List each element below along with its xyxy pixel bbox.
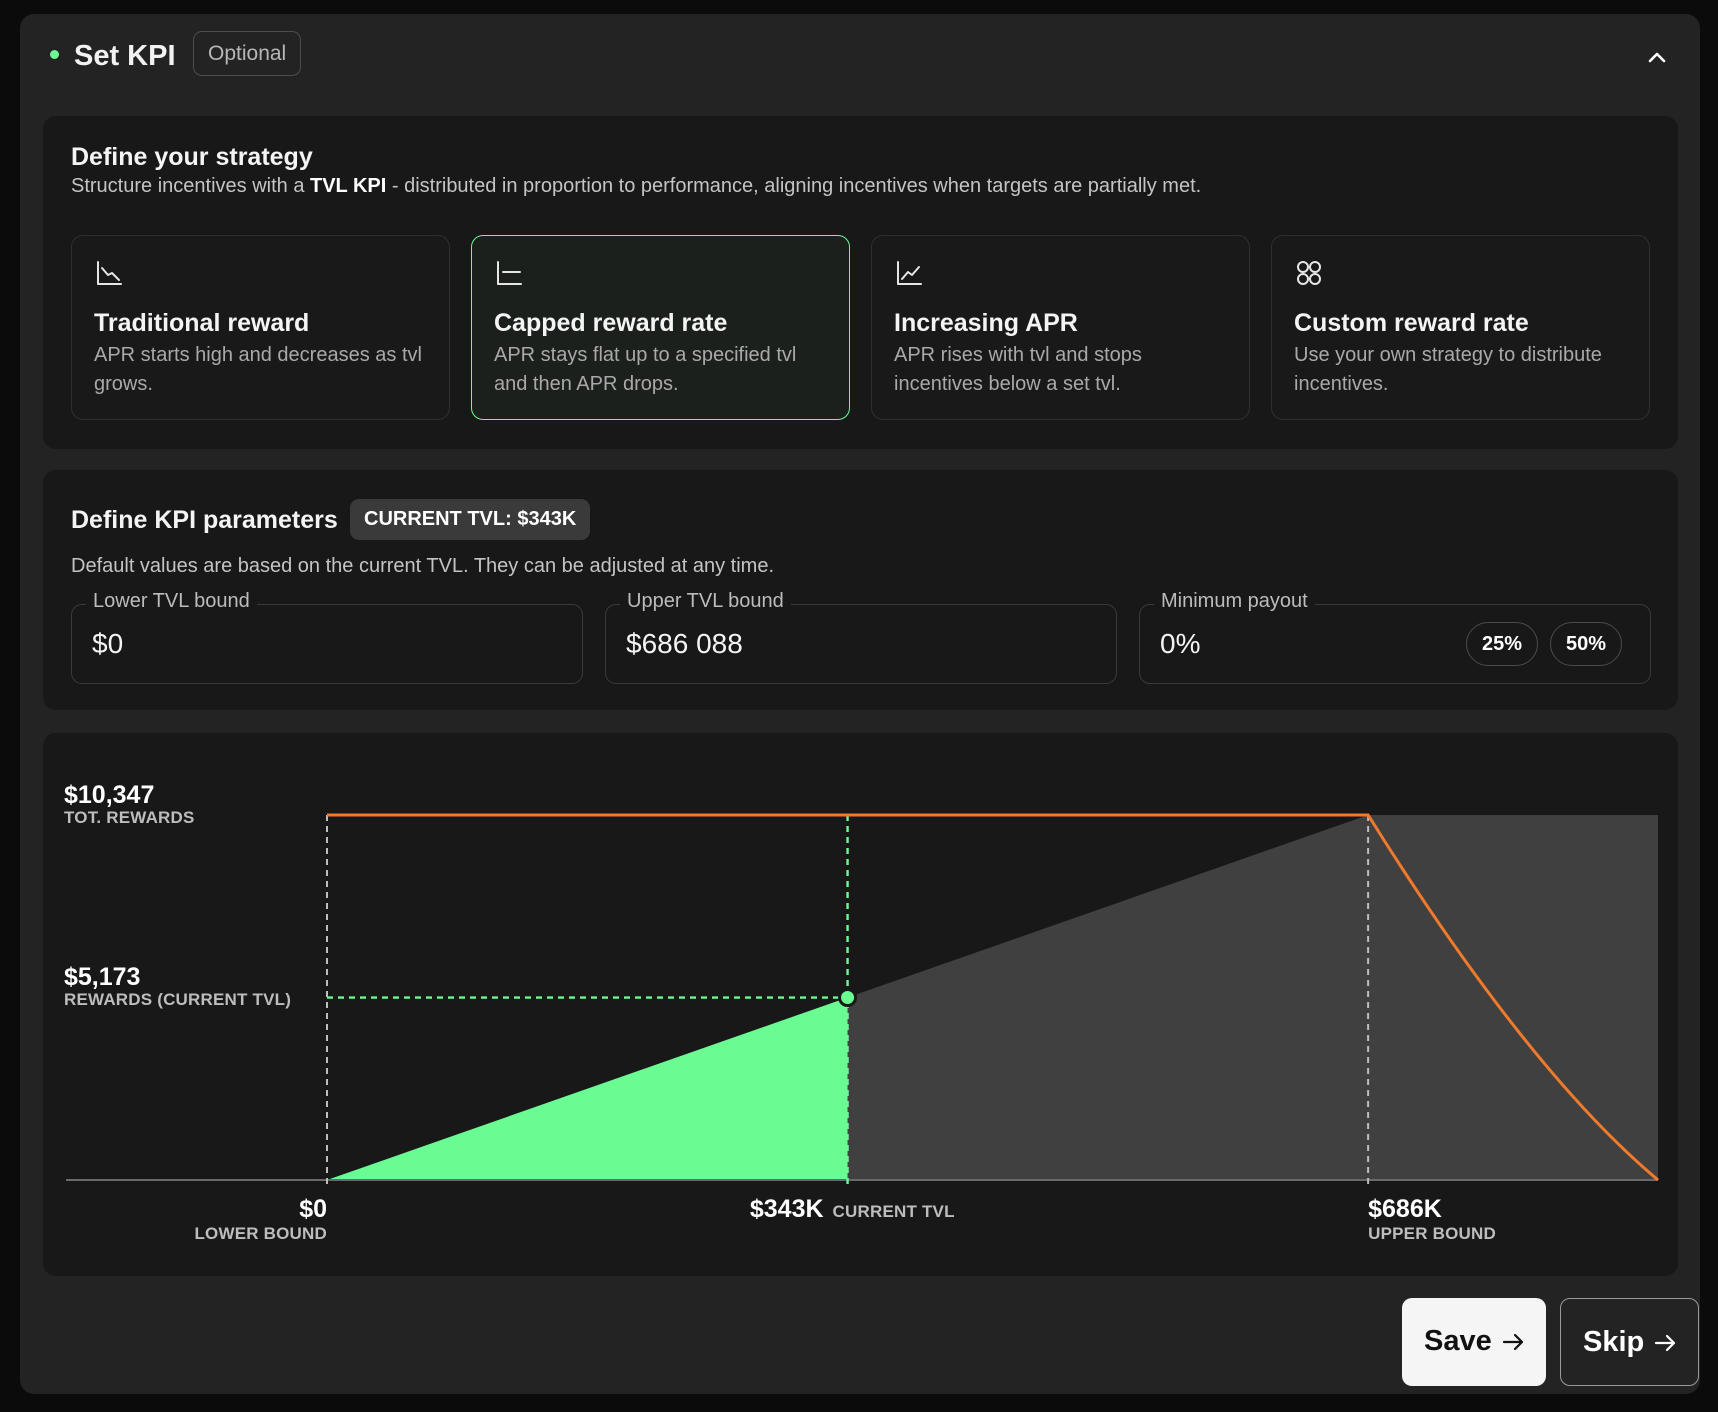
option-description: APR starts high and decreases as tvl gro… [94, 344, 422, 395]
optional-badge: Optional [193, 31, 302, 76]
total-rewards-value: $10,347 [64, 781, 154, 809]
field-label: Lower TVL bound [86, 588, 257, 614]
save-button[interactable]: Save [1402, 1298, 1546, 1386]
chevron-up-icon [1648, 52, 1666, 63]
strategy-title: Define your strategy [71, 143, 313, 171]
upper-bound-tick-value: $686K [1368, 1195, 1442, 1223]
current-tvl-tick-caption: CURRENT TVL [833, 1202, 955, 1221]
rewards-chart: $10,347TOT. REWARDS $5,173REWARDS (CURREN… [64, 781, 1659, 1243]
skip-label: Skip [1583, 1326, 1645, 1358]
panel-title: Set KPI [74, 40, 176, 72]
arrow-right-icon [1502, 1333, 1524, 1351]
lower-tvl-value[interactable]: $0 [92, 625, 123, 663]
current-rewards-value: $5,173 [64, 963, 140, 991]
save-label: Save [1424, 1325, 1492, 1357]
potential-rewards-area [847, 815, 1658, 1180]
upper-tvl-field[interactable]: Upper TVL bound $686 088 [605, 588, 1117, 684]
subtitle-bold: TVL KPI [310, 175, 387, 197]
strategy-subtitle: Structure incentives with a TVL KPI - di… [71, 172, 1201, 200]
params-title: Define KPI parameters [71, 506, 338, 534]
panel-header: Set KPI Optional [20, 14, 1700, 114]
option-title: Increasing APR [894, 309, 1078, 337]
kpi-params-card: Define KPI parameters CURRENT TVL: $343K… [43, 470, 1678, 710]
current-tvl-badge: CURRENT TVL: $343K [350, 499, 591, 540]
skip-button[interactable]: Skip [1560, 1298, 1699, 1386]
trending-down-chart-icon [97, 261, 122, 285]
strategy-option-traditional[interactable]: Traditional reward APR starts high and d… [71, 235, 450, 420]
minimum-payout-value[interactable]: 0% [1160, 625, 1200, 663]
rewards-chart-card: $10,347 TOT. REWARDS $5,173 REWARDS (CURREN… [43, 733, 1678, 1276]
status-dot [50, 50, 59, 59]
option-title: Traditional reward [94, 309, 310, 337]
subtitle-prefix: Structure incentives with a [71, 175, 310, 197]
strategy-option-capped[interactable]: Capped reward rate APR stays flat up to … [471, 235, 850, 420]
current-tvl-tick-value: $343K [750, 1195, 824, 1223]
field-label: Minimum payout [1154, 588, 1315, 614]
field-label: Upper TVL bound [620, 588, 791, 614]
earned-rewards-area [327, 997, 848, 1180]
minimum-payout-field[interactable]: Minimum payout 0% 25% 50% [1139, 588, 1651, 684]
collapse-button[interactable] [1642, 42, 1672, 72]
capped-chart-icon [497, 261, 522, 285]
option-description: APR rises with tvl and stops incentives … [894, 344, 1142, 395]
option-title: Custom reward rate [1294, 309, 1529, 337]
current-tvl-point [838, 988, 858, 1008]
preset-50-button[interactable]: 50% [1550, 622, 1623, 666]
current-rewards-caption: REWARDS (CURRENT TVL) [64, 990, 291, 1009]
option-description: Use your own strategy to distribute ince… [1294, 344, 1602, 395]
upper-bound-tick-caption: UPPER BOUND [1368, 1224, 1496, 1243]
lower-bound-tick-caption: LOWER BOUND [194, 1224, 327, 1243]
subtitle-suffix: - distributed in proportion to performan… [386, 175, 1202, 197]
preset-25-button[interactable]: 25% [1466, 622, 1539, 666]
option-description: APR stays flat up to a specified tvl and… [494, 344, 797, 395]
grid-icon [1297, 261, 1321, 285]
trending-up-chart-icon [897, 261, 922, 285]
option-title: Capped reward rate [494, 309, 728, 337]
params-subtitle: Default values are based on the current … [71, 555, 775, 577]
upper-tvl-value[interactable]: $686 088 [626, 625, 743, 663]
lower-bound-tick-value: $0 [299, 1195, 327, 1223]
strategy-option-custom[interactable]: Custom reward rate Use your own strategy… [1271, 235, 1650, 420]
strategy-card: Define your strategy Structure incentive… [43, 116, 1678, 449]
total-rewards-caption: TOT. REWARDS [64, 808, 195, 827]
lower-tvl-field[interactable]: Lower TVL bound $0 [71, 588, 583, 684]
strategy-option-increasing[interactable]: Increasing APR APR rises with tvl and st… [871, 235, 1250, 420]
set-kpi-panel: Set KPI Optional Define your strategy St… [20, 14, 1700, 1394]
arrow-right-icon [1654, 1334, 1676, 1352]
